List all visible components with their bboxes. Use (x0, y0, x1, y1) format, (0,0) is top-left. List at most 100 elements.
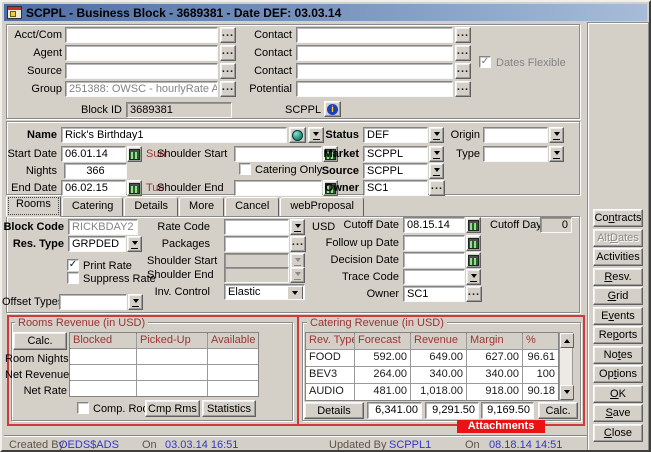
contact2-lov-button[interactable]: ... (455, 45, 471, 61)
tab-more[interactable]: More (179, 197, 224, 217)
market-field[interactable]: SCPPL (363, 146, 428, 162)
contact3-lov-button[interactable]: ... (455, 63, 471, 79)
dates-flexible-checkbox[interactable] (479, 56, 491, 68)
group-field[interactable]: 251388: OWSC - hourlyRate Attribute (65, 81, 218, 97)
res-type-field[interactable]: GRPDED (68, 236, 126, 252)
tab-webproposal[interactable]: webProposal (280, 197, 364, 217)
print-rate-checkbox[interactable] (67, 259, 79, 271)
origin-field[interactable] (483, 127, 548, 143)
tab-details[interactable]: Details (124, 197, 178, 217)
cmp-rms-button[interactable]: Cmp Rms (145, 400, 200, 417)
statistics-button[interactable]: Statistics (202, 400, 256, 417)
nights-field[interactable]: 366 (64, 163, 127, 179)
decision-date-field[interactable] (403, 252, 465, 268)
catering-table-scrollbar[interactable] (559, 332, 573, 401)
decision-calendar-button[interactable] (466, 252, 481, 268)
comp-rooms-checkbox[interactable] (77, 402, 89, 414)
table-cell[interactable]: 649.00 (411, 350, 466, 366)
end-date-field[interactable]: 06.02.15 (61, 180, 126, 196)
inv-control-combobox[interactable]: Elastic (224, 284, 305, 300)
contact2-field[interactable] (296, 45, 453, 61)
source-lov-button[interactable]: ... (220, 63, 236, 79)
table-cell[interactable]: 627.00 (467, 350, 522, 366)
table-cell[interactable]: 100 (523, 367, 558, 383)
agent-lov-button[interactable]: ... (220, 45, 236, 61)
rooms-revenue-calc-button[interactable]: Calc. (13, 332, 67, 350)
follow-up-date-field[interactable] (403, 235, 465, 251)
group-lov-button[interactable]: ... (220, 81, 236, 97)
agent-field[interactable] (65, 45, 218, 61)
potential-lov-button[interactable]: ... (455, 81, 471, 97)
rate-code-lov-button[interactable] (290, 219, 305, 235)
tab-cancel[interactable]: Cancel (225, 197, 279, 217)
contact1-lov-button[interactable]: ... (455, 27, 471, 43)
origin-lov-button[interactable] (549, 127, 564, 143)
header-source-field[interactable]: SCPPL (363, 163, 428, 179)
table-cell[interactable]: AUDIO (306, 384, 354, 400)
start-date-calendar-button[interactable] (127, 146, 142, 162)
sidebar-button-options[interactable]: Options (593, 365, 643, 383)
sidebar-button-reports[interactable]: Reports (593, 326, 643, 344)
trace-code-field[interactable] (403, 269, 465, 285)
table-cell[interactable]: FOOD (306, 350, 354, 366)
header-owner-field[interactable]: SC1 (363, 180, 428, 196)
scroll-up-button[interactable] (560, 333, 574, 348)
sidebar-button-close[interactable]: Close (593, 424, 643, 442)
packages-lov-button[interactable]: ... (290, 236, 306, 252)
offset-types-lov-button[interactable] (128, 294, 143, 310)
status-field[interactable]: DEF (363, 127, 428, 143)
title-bar[interactable]: SCPPL - Business Block - 3689381 - Date … (4, 4, 647, 21)
sidebar-button-ok[interactable]: OK (593, 385, 643, 403)
tab-rooms[interactable]: Rooms (6, 195, 61, 217)
details-button[interactable]: Details (304, 402, 364, 419)
potential-field[interactable] (296, 81, 453, 97)
sidebar-button-notes[interactable]: Notes (593, 346, 643, 364)
cutoff-date-calendar-button[interactable] (466, 217, 481, 233)
scroll-down-button[interactable] (560, 385, 574, 400)
end-date-calendar-button[interactable] (127, 180, 142, 196)
packages-field[interactable] (224, 236, 289, 252)
header-source-lov-button[interactable] (429, 163, 444, 179)
sidebar-button-contracts[interactable]: Contracts (593, 209, 643, 227)
cutoff-date-field[interactable]: 08.15.14 (403, 217, 465, 233)
table-cell[interactable]: 90.18 (523, 384, 558, 400)
sidebar-button-activities[interactable]: Activities (593, 248, 643, 266)
name-field[interactable]: Rick's Birthday1 (61, 127, 287, 143)
header-owner-lov-button[interactable]: ... (429, 180, 445, 196)
type-field[interactable] (483, 146, 548, 162)
block-code-field[interactable]: RICKBDAY2 (68, 219, 138, 235)
acct-com-field[interactable] (65, 27, 218, 43)
start-date-field[interactable]: 06.01.14 (61, 146, 126, 162)
catering-only-checkbox[interactable] (239, 163, 251, 175)
sidebar-button-grid[interactable]: Grid (593, 287, 643, 305)
rooms-owner-field[interactable]: SC1 (403, 286, 465, 302)
contact1-field[interactable] (296, 27, 453, 43)
table-cell[interactable]: 1,018.00 (411, 384, 466, 400)
sidebar-button-save[interactable]: Save (593, 404, 643, 422)
rooms-owner-lov-button[interactable]: ... (466, 286, 482, 302)
table-cell[interactable]: 96.61 (523, 350, 558, 366)
type-lov-button[interactable] (549, 146, 564, 162)
follow-up-calendar-button[interactable] (466, 235, 481, 251)
acct-com-lov-button[interactable]: ... (220, 27, 236, 43)
table-cell[interactable]: 340.00 (411, 367, 466, 383)
res-type-lov-button[interactable] (127, 236, 142, 252)
table-cell[interactable]: 340.00 (467, 367, 522, 383)
catering-calc-button[interactable]: Calc. (538, 402, 578, 419)
offset-types-field[interactable] (59, 294, 127, 310)
combo-arrow-button[interactable] (287, 286, 303, 300)
property-info-button[interactable] (324, 101, 341, 117)
table-cell[interactable]: 264.00 (355, 367, 410, 383)
rate-code-field[interactable] (224, 219, 289, 235)
sidebar-button-resv[interactable]: Resv. (593, 268, 643, 286)
trace-code-lov-button[interactable] (466, 269, 481, 285)
sidebar-button-events[interactable]: Events (593, 307, 643, 325)
table-cell[interactable]: 918.00 (467, 384, 522, 400)
suppress-rate-checkbox[interactable] (67, 272, 79, 284)
table-cell[interactable]: 481.00 (355, 384, 410, 400)
source-field[interactable] (65, 63, 218, 79)
table-cell[interactable]: BEV3 (306, 367, 354, 383)
contact3-field[interactable] (296, 63, 453, 79)
table-cell[interactable]: 592.00 (355, 350, 410, 366)
tab-catering[interactable]: Catering (62, 197, 124, 217)
